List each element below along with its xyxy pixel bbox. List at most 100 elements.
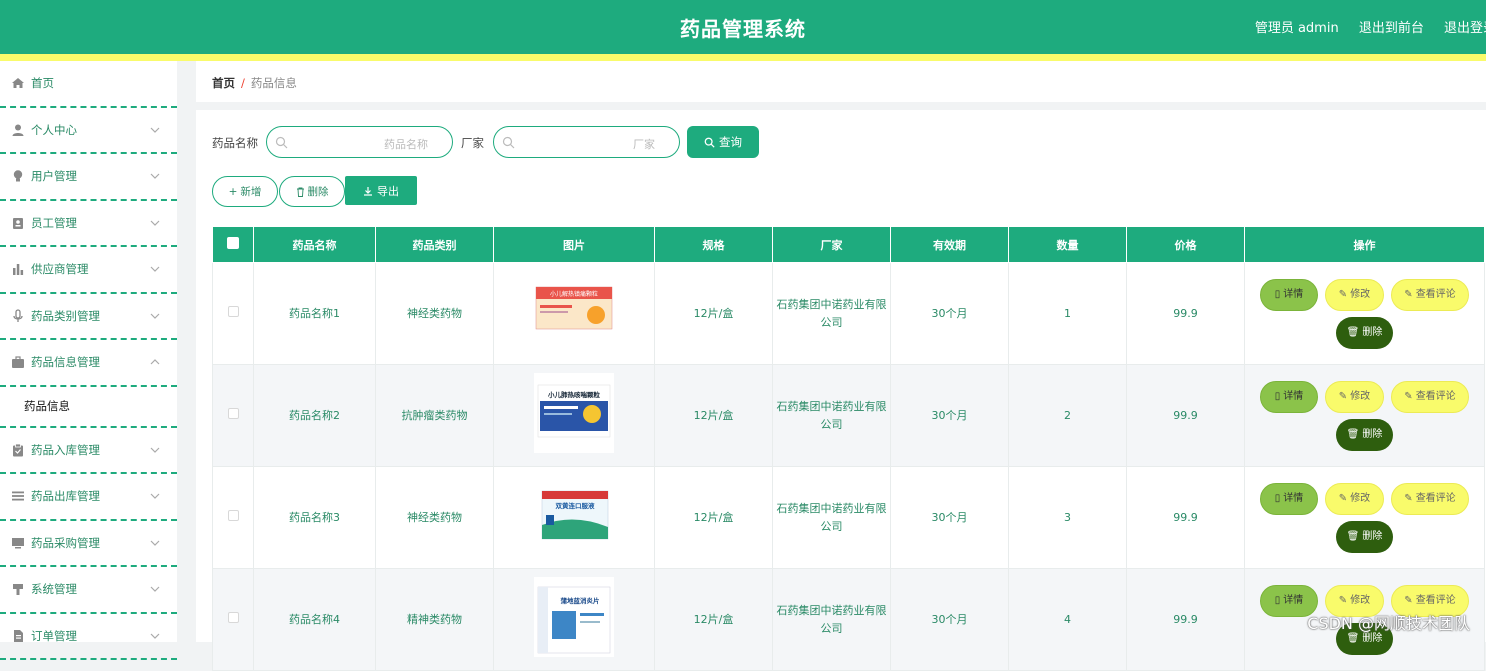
breadcrumb-home[interactable]: 首页 [212, 76, 235, 90]
maker-input[interactable]: 厂家 [493, 126, 680, 158]
edit-button[interactable]: ✎修改 [1325, 483, 1384, 515]
sidebar-item-drug-info[interactable]: 药品信息管理 [0, 340, 177, 387]
drug-image[interactable]: 小儿肺热咳喘颗粒 [534, 373, 614, 453]
column-header: 有效期 [891, 227, 1009, 263]
detail-button-label: 详情 [1283, 388, 1303, 406]
table-row: 药品名称1 神经类药物 小儿解热镇痛颗粒 [213, 263, 1485, 365]
sidebar-item-drug-categories[interactable]: 药品类别管理 [0, 294, 177, 341]
sidebar-item-label: 订单管理 [31, 628, 77, 644]
microphone-icon [11, 309, 25, 323]
bulk-delete-button-label: 删除 [308, 184, 329, 199]
add-button[interactable]: + 新增 [212, 176, 278, 207]
sidebar-item-suppliers[interactable]: 供应商管理 [0, 247, 177, 294]
trash-icon: 🗑 [1347, 528, 1360, 546]
chevron-down-icon [150, 311, 160, 321]
view-reviews-button[interactable]: ✎查看评论 [1391, 483, 1469, 515]
document-icon: ▯ [1275, 286, 1281, 304]
delete-button[interactable]: 🗑删除 [1336, 317, 1393, 349]
drug-image[interactable]: 双黄连口服液 [534, 475, 614, 555]
monitor-icon [11, 536, 25, 550]
drug-image[interactable]: 小儿解热镇痛颗粒 [534, 271, 614, 351]
trash-icon: 🗑 [1347, 324, 1360, 342]
edit-button[interactable]: ✎修改 [1325, 381, 1384, 413]
sidebar-item-orders[interactable]: 订单管理 [0, 614, 177, 661]
bulb-icon [11, 169, 25, 183]
sidebar-item-label: 个人中心 [31, 122, 77, 138]
sidebar-item-stock-in[interactable]: 药品入库管理 [0, 428, 177, 475]
row-checkbox[interactable] [228, 612, 239, 623]
validity-cell: 30个月 [891, 569, 1009, 671]
user-icon [11, 123, 25, 137]
clipboard-icon [11, 443, 25, 457]
view-reviews-button[interactable]: ✎查看评论 [1391, 381, 1469, 413]
home-icon [11, 76, 25, 90]
delete-button[interactable]: 🗑删除 [1336, 521, 1393, 553]
view-reviews-button-label: 查看评论 [1416, 286, 1456, 304]
spec-cell: 12片/盒 [655, 569, 773, 671]
view-reviews-button[interactable]: ✎查看评论 [1391, 279, 1469, 311]
edit-button-label: 修改 [1350, 388, 1370, 406]
column-header: 数量 [1009, 227, 1127, 263]
sidebar-item-stock-out[interactable]: 药品出库管理 [0, 474, 177, 521]
maker-cell: 石药集团中诺药业有限公司 [773, 569, 891, 671]
image-cell: 小儿肺热咳喘颗粒 [494, 365, 655, 467]
row-checkbox[interactable] [228, 510, 239, 521]
select-all-checkbox[interactable] [227, 237, 239, 249]
quantity-cell: 2 [1009, 365, 1127, 467]
logout-link[interactable]: 退出登录 [1444, 17, 1486, 36]
bulk-delete-button[interactable]: 删除 [279, 176, 345, 207]
export-button[interactable]: 导出 [345, 176, 417, 205]
view-reviews-button-label: 查看评论 [1416, 388, 1456, 406]
table-row: 药品名称4 精神类药物 蒲地蓝消炎片 [213, 569, 1485, 671]
front-link[interactable]: 退出到前台 [1359, 21, 1424, 36]
detail-button-label: 详情 [1283, 286, 1303, 304]
main-area: 首页/药品信息 药品名称 药品名称 厂家 厂家 查询 + 新增 [196, 61, 1486, 642]
drug-name-input[interactable]: 药品名称 [266, 126, 453, 158]
sidebar-item-users[interactable]: 用户管理 [0, 154, 177, 201]
chevron-down-icon [150, 538, 160, 548]
sidebar-item-label: 员工管理 [31, 215, 77, 231]
delete-button-label: 删除 [1362, 324, 1382, 342]
spec-cell: 12片/盒 [655, 365, 773, 467]
quantity-cell: 3 [1009, 467, 1127, 569]
sidebar-item-system[interactable]: 系统管理 [0, 567, 177, 614]
pencil-icon: ✎ [1339, 286, 1347, 304]
sidebar-item-personal[interactable]: 个人中心 [0, 108, 177, 155]
detail-button[interactable]: ▯详情 [1260, 381, 1318, 413]
pencil-icon: ✎ [1339, 592, 1347, 610]
sidebar-item-home[interactable]: 首页 [0, 61, 177, 108]
pencil-icon: ✎ [1404, 592, 1412, 610]
operations-cell: ▯详情 ✎修改 ✎查看评论 🗑删除 [1245, 365, 1485, 467]
sidebar-item-label: 药品出库管理 [31, 488, 100, 504]
header-stripe [0, 54, 1486, 61]
validity-cell: 30个月 [891, 365, 1009, 467]
detail-button-label: 详情 [1283, 592, 1303, 610]
row-checkbox[interactable] [228, 306, 239, 317]
row-checkbox[interactable] [228, 408, 239, 419]
price-cell: 99.9 [1127, 569, 1245, 671]
quantity-cell: 4 [1009, 569, 1127, 671]
sidebar-item-staff[interactable]: 员工管理 [0, 201, 177, 248]
query-button[interactable]: 查询 [687, 126, 759, 158]
drug-image[interactable]: 蒲地蓝消炎片 [534, 577, 614, 657]
export-button-label: 导出 [377, 183, 399, 199]
edit-button[interactable]: ✎修改 [1325, 279, 1384, 311]
price-cell: 99.9 [1127, 467, 1245, 569]
detail-button[interactable]: ▯详情 [1260, 279, 1318, 311]
sidebar-subitem-drug-info[interactable]: 药品信息 [0, 387, 177, 428]
column-header: 药品名称 [254, 227, 376, 263]
sidebar-item-purchase[interactable]: 药品采购管理 [0, 521, 177, 568]
breadcrumb-current: 药品信息 [251, 76, 297, 90]
sidebar-subitem-label: 药品信息 [24, 398, 70, 414]
column-header: 药品类别 [376, 227, 494, 263]
breadcrumb-separator: / [241, 76, 245, 90]
delete-button[interactable]: 🗑删除 [1336, 419, 1393, 451]
select-all-cell[interactable] [213, 227, 254, 263]
quantity-cell: 1 [1009, 263, 1127, 365]
detail-button[interactable]: ▯详情 [1260, 483, 1318, 515]
drug-name-placeholder: 药品名称 [384, 136, 428, 152]
list-icon [11, 489, 25, 503]
pencil-icon: ✎ [1404, 286, 1412, 304]
breadcrumb-bar: 首页 / 药品信息 [196, 61, 1486, 102]
trash-icon: 🗑 [1347, 426, 1360, 444]
